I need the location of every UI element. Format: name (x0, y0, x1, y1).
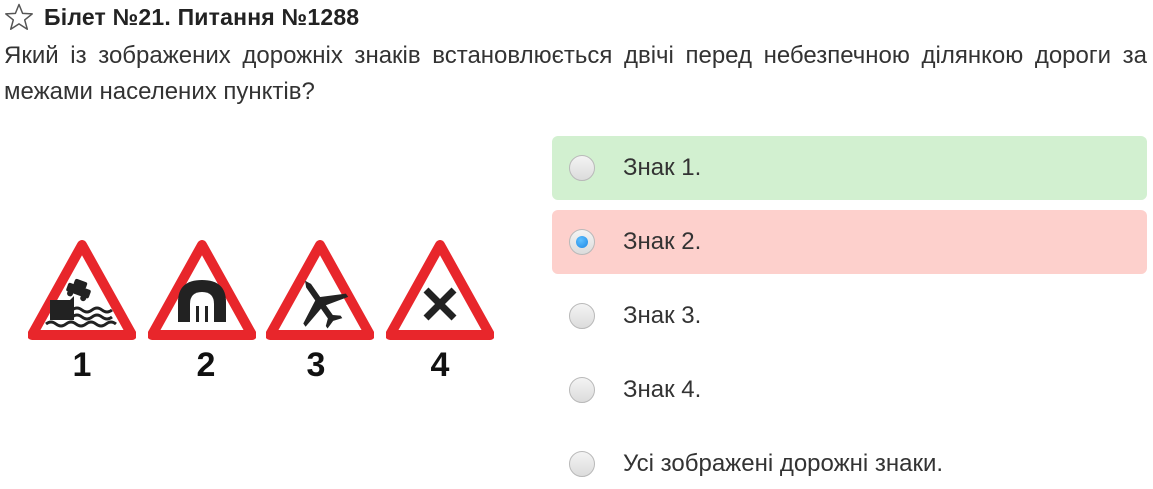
answer-option-1[interactable]: Знак 1. (552, 136, 1147, 200)
answer-label: Знак 2. (623, 228, 702, 255)
question-text: Який із зображених дорожніх знаків встан… (4, 42, 1147, 105)
radio-button[interactable] (569, 377, 595, 403)
road-signs-image: 1 2 3 4 (28, 240, 498, 390)
answer-option-2[interactable]: Знак 2. (552, 210, 1147, 274)
answer-options: Знак 1. Знак 2. Знак 3. Знак 4. Усі зобр… (552, 136, 1147, 489)
question-header: Білет №21. Питання №1288 (4, 2, 359, 32)
star-outline-icon[interactable] (4, 3, 34, 31)
radio-button-selected[interactable] (569, 229, 595, 255)
tunnel-sign-icon (148, 240, 256, 340)
sign-number-2: 2 (196, 346, 216, 384)
sign-number-4: 4 (430, 346, 450, 384)
radio-button[interactable] (569, 155, 595, 181)
radio-button[interactable] (569, 451, 595, 477)
sign-number-3: 3 (306, 346, 326, 384)
answer-label: Знак 4. (623, 376, 702, 403)
answer-label: Знак 3. (623, 302, 702, 329)
low-flying-aircraft-sign-icon (266, 240, 374, 340)
radio-button[interactable] (569, 303, 595, 329)
sign-number-1: 1 (72, 346, 92, 384)
riverbank-sign-icon (28, 240, 136, 340)
other-danger-cross-sign-icon (386, 240, 494, 340)
answer-label: Знак 1. (623, 154, 702, 181)
answer-label: Усі зображені дорожні знаки. (623, 450, 944, 477)
page-title: Білет №21. Питання №1288 (44, 3, 360, 30)
answer-option-3[interactable]: Знак 3. (552, 284, 1147, 348)
answer-option-5[interactable]: Усі зображені дорожні знаки. (552, 432, 1147, 489)
answer-option-4[interactable]: Знак 4. (552, 358, 1147, 422)
question-page: Білет №21. Питання №1288 Який із зображе… (0, 0, 1153, 489)
